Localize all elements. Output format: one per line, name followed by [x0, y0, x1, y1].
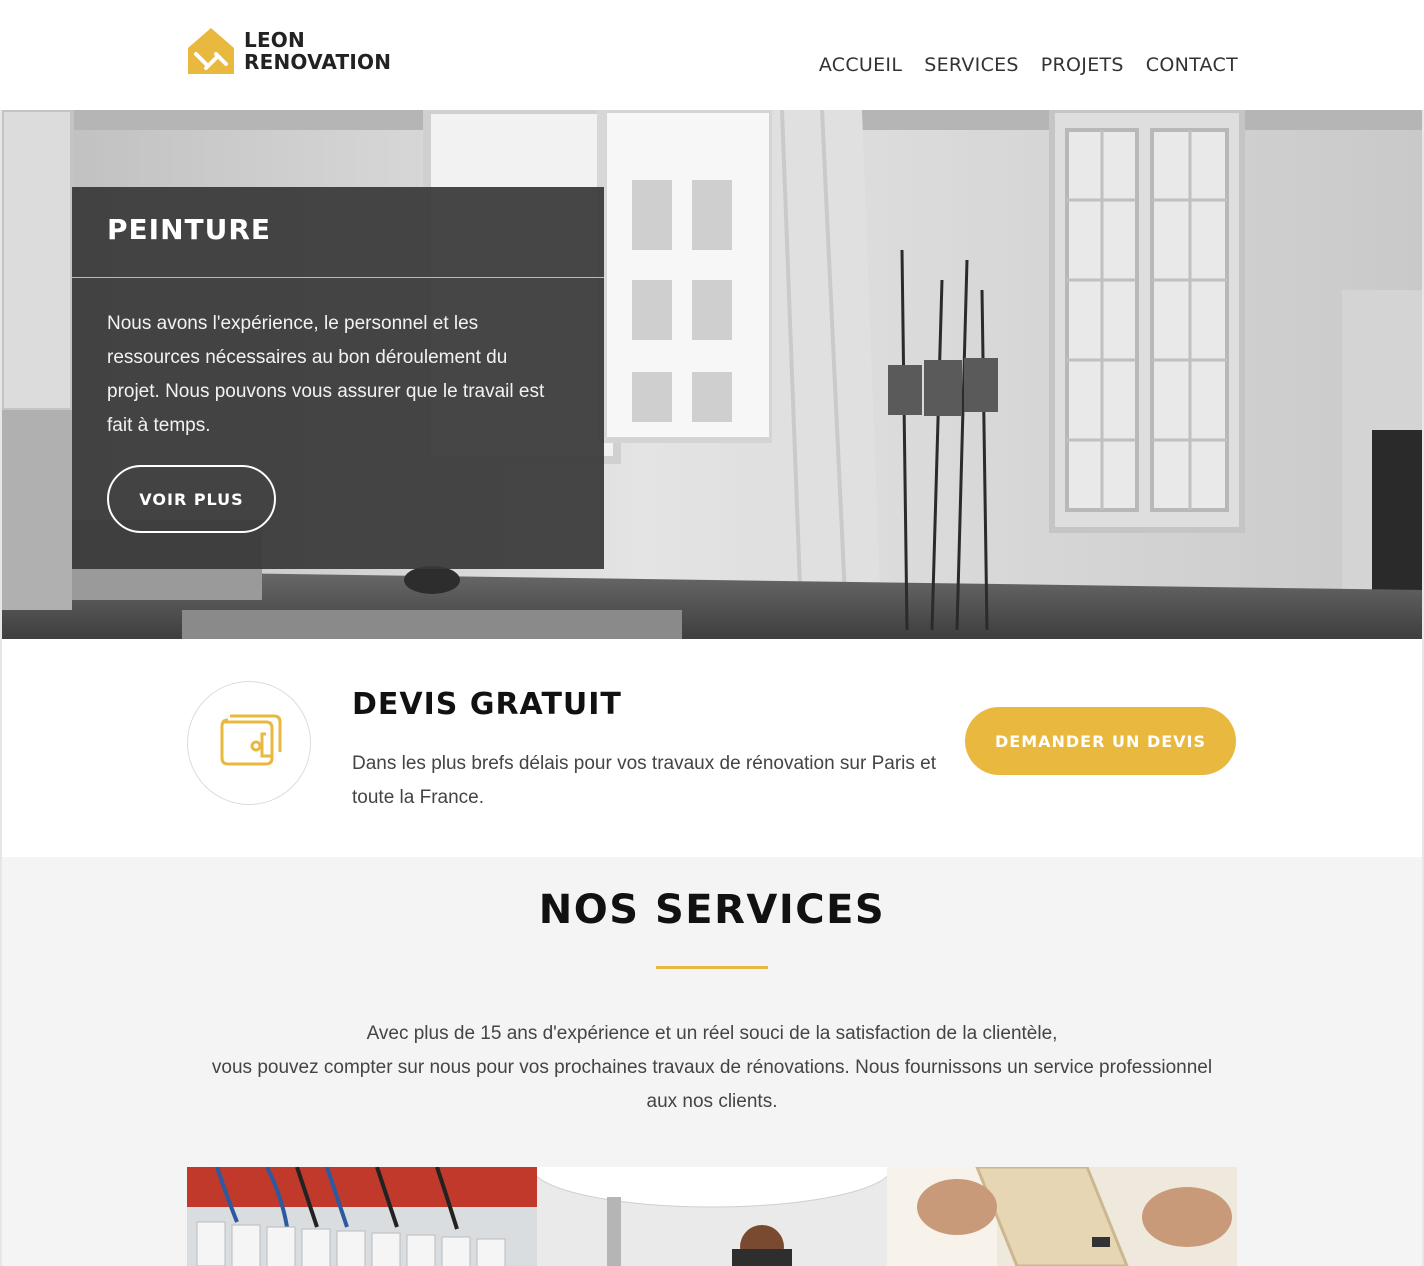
devis-section: DEVIS GRATUIT Dans les plus brefs délais…: [2, 639, 1422, 857]
service-image-electricity[interactable]: [187, 1167, 537, 1266]
service-image-carpentry[interactable]: [887, 1167, 1237, 1266]
voir-plus-button[interactable]: VOIR PLUS: [107, 465, 276, 533]
logo[interactable]: LEON RENOVATION: [186, 24, 391, 78]
logo-line2: RENOVATION: [244, 50, 392, 74]
demander-devis-button[interactable]: DEMANDER UN DEVIS: [965, 707, 1236, 775]
site-header: LEON RENOVATION ACCUEIL SERVICES PROJETS…: [0, 0, 1424, 110]
hero-description: Nous avons l'expérience, le personnel et…: [107, 313, 545, 436]
devis-icon-circle: [187, 681, 311, 805]
service-image-plumbing[interactable]: [537, 1167, 887, 1266]
devis-title: DEVIS GRATUIT: [352, 687, 622, 722]
services-section: NOS SERVICES Avec plus de 15 ans d'expér…: [2, 857, 1422, 1266]
services-text-line1: Avec plus de 15 ans d'expérience et un r…: [366, 1023, 1058, 1044]
nav-projets[interactable]: PROJETS: [1041, 54, 1124, 76]
logo-line1: LEON: [244, 28, 305, 52]
services-gallery: [187, 1167, 1237, 1266]
hero-card: PEINTURE Nous avons l'expérience, le per…: [72, 187, 604, 569]
hero-banner: PEINTURE Nous avons l'expérience, le per…: [2, 110, 1422, 639]
devis-description: Dans les plus brefs délais pour vos trav…: [352, 753, 937, 808]
services-description: Avec plus de 15 ans d'expérience et un r…: [202, 1017, 1222, 1119]
wallet-icon: [220, 714, 282, 766]
nav-services[interactable]: SERVICES: [924, 54, 1019, 76]
services-title: NOS SERVICES: [538, 887, 886, 933]
nav-contact[interactable]: CONTACT: [1146, 54, 1238, 76]
hero-title: PEINTURE: [107, 213, 272, 246]
nav-accueil[interactable]: ACCUEIL: [819, 54, 902, 76]
house-hammer-icon: [186, 24, 236, 78]
hero-divider: [72, 277, 604, 278]
main-nav: ACCUEIL SERVICES PROJETS CONTACT: [819, 54, 1238, 76]
services-text-line2: vous pouvez compter sur nous pour vos pr…: [211, 1057, 1213, 1112]
services-underline: [656, 966, 768, 969]
